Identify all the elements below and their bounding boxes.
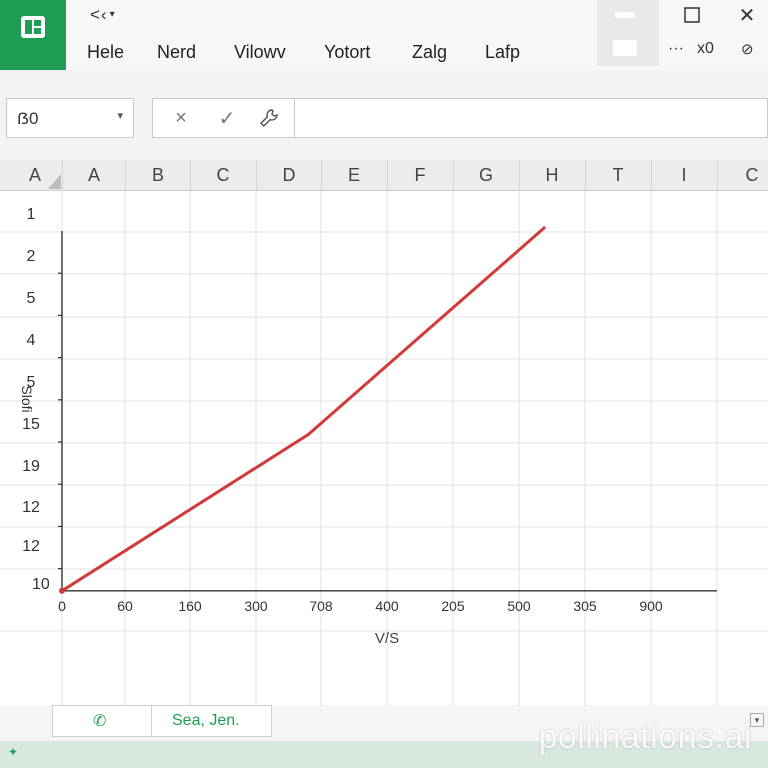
name-box[interactable]: ẞ0 ▾ <box>6 98 134 138</box>
series-line <box>60 226 546 593</box>
menu-item-6[interactable]: Lafp <box>485 42 520 63</box>
formula-input[interactable] <box>295 98 768 138</box>
x-tick-label: 300 <box>244 598 268 614</box>
title-bar: <‹ ▾ Hele Nerd Vilowv Yotort Zalg Lafp ✕ … <box>0 0 768 70</box>
column-header[interactable]: D <box>259 165 319 186</box>
data-point <box>59 587 65 594</box>
column-header[interactable]: A <box>5 165 65 186</box>
chevron-down-icon[interactable]: ▾ <box>110 9 116 20</box>
check-icon[interactable]: ✓ <box>215 107 239 130</box>
sheet-nav-button[interactable]: ✆ <box>52 705 152 737</box>
app-logo[interactable] <box>0 0 66 70</box>
sheet-tab-label: Sea, Jen. <box>172 712 240 729</box>
column-header[interactable]: C <box>722 165 768 186</box>
undo-label: <‹ <box>90 5 108 24</box>
extra-label[interactable]: x0 <box>697 40 714 58</box>
x-tick-label: 205 <box>441 598 465 614</box>
status-sparkle-icon: ✦ <box>8 745 19 759</box>
menu-item-2[interactable]: Nerd <box>157 42 196 63</box>
column-header[interactable]: E <box>324 165 384 186</box>
worksheet[interactable]: 1 2 5 4 5 15 19 12 12 10 Slofi V/S 0 60 16… <box>0 191 768 705</box>
name-box-value: ẞ0 <box>17 109 39 128</box>
x-tick-label: 400 <box>375 598 399 614</box>
column-header[interactable]: I <box>654 165 714 186</box>
pin-icon[interactable]: ⊘ <box>741 40 754 58</box>
column-header[interactable]: C <box>193 165 253 186</box>
scroll-down-icon[interactable]: ▾ <box>750 713 764 727</box>
watermark: pollinations.ai <box>538 718 752 756</box>
cancel-icon[interactable]: × <box>169 107 193 129</box>
menu-item-1[interactable]: Hele <box>87 42 124 63</box>
column-header[interactable]: T <box>588 165 648 186</box>
menu-item-4[interactable]: Yotort <box>324 42 370 63</box>
x-tick-label: 0 <box>58 598 66 614</box>
more-options-icon[interactable]: ··· <box>668 40 684 58</box>
menu-item-3[interactable]: Vilowv <box>234 42 286 63</box>
x-tick-label: 708 <box>309 598 333 614</box>
column-header[interactable]: H <box>522 165 582 186</box>
window-panel <box>597 0 659 66</box>
column-header[interactable]: A <box>64 165 124 186</box>
quick-access-undo[interactable]: <‹ ▾ <box>90 5 116 25</box>
y-axis-title: Slofi <box>19 385 35 412</box>
x-axis-title: V/S <box>375 630 399 647</box>
tab-icon[interactable] <box>615 12 635 18</box>
column-header[interactable]: B <box>128 165 188 186</box>
menu-item-5[interactable]: Zalg <box>412 42 447 63</box>
folder-icon[interactable] <box>613 40 637 56</box>
x-tick-label: 60 <box>117 598 133 614</box>
x-tick-label: 160 <box>178 598 202 614</box>
sheet-tab-active[interactable]: Sea, Jen. <box>152 705 272 737</box>
wrench-icon[interactable] <box>257 107 281 129</box>
phone-icon: ✆ <box>93 713 107 730</box>
maximize-icon[interactable] <box>681 4 703 26</box>
x-tick-label: 500 <box>507 598 531 614</box>
column-header[interactable]: G <box>456 165 516 186</box>
spreadsheet-logo-icon <box>21 16 45 38</box>
x-tick-label: 900 <box>639 598 663 614</box>
column-headers: A A B C D E F G H T I C <box>0 160 768 191</box>
chevron-down-icon[interactable]: ▾ <box>117 109 123 122</box>
formula-buttons: × ✓ <box>152 98 295 138</box>
close-icon[interactable]: ✕ <box>736 4 758 27</box>
line-chart[interactable]: Slofi V/S 0 60 160 300 708 400 205 500 305 900 <box>0 191 768 705</box>
formula-bar: ẞ0 ▾ × ✓ <box>0 70 768 160</box>
x-tick-label: 305 <box>573 598 597 614</box>
column-header[interactable]: F <box>390 165 450 186</box>
